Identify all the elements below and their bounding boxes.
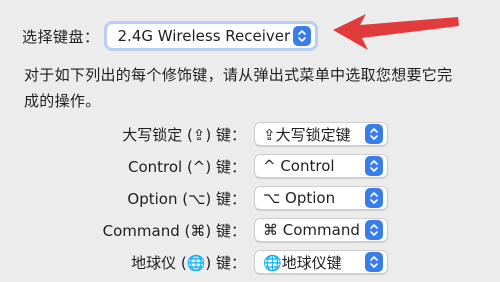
command-label: Command (⌘) 键： bbox=[102, 222, 246, 240]
description-text: 对于如下列出的每个修饰键，请从弹出式菜单中选取您想要它完成的操作。 bbox=[24, 66, 453, 110]
keyboard-select-value: 2.4G Wireless Receiver bbox=[117, 27, 291, 45]
up-down-chevron-icon bbox=[365, 220, 383, 240]
keyboard-label: 选择键盘： bbox=[22, 27, 100, 46]
red-arrow-icon bbox=[333, 14, 459, 50]
control-select[interactable]: ^ Control bbox=[254, 154, 388, 178]
keyboard-selector-row: 选择键盘： 2.4G Wireless Receiver bbox=[22, 21, 318, 51]
up-down-chevron-icon bbox=[365, 124, 383, 144]
control-label: Control (^) 键： bbox=[127, 158, 246, 176]
command-select-value: ⌘ Command bbox=[263, 221, 360, 239]
modifier-row-option: Option (⌥) 键： ⌥ Option bbox=[0, 186, 500, 212]
modifier-row-caps-lock: 大写锁定 (⇪) 键： ⇪大写锁定键 bbox=[0, 122, 500, 148]
up-down-chevron-icon bbox=[365, 156, 383, 176]
caps-lock-select-value: ⇪大写锁定键 bbox=[263, 125, 351, 144]
control-select-value: ^ Control bbox=[263, 157, 335, 175]
caps-lock-select[interactable]: ⇪大写锁定键 bbox=[254, 122, 388, 146]
option-label: Option (⌥) 键： bbox=[127, 190, 246, 208]
up-down-chevron-icon bbox=[365, 188, 383, 208]
keyboard-select[interactable]: 2.4G Wireless Receiver bbox=[103, 21, 318, 51]
modifier-row-globe: 地球仪 (🌐) 键： 🌐地球仪键 bbox=[0, 250, 500, 276]
command-select[interactable]: ⌘ Command bbox=[254, 218, 388, 242]
globe-select[interactable]: 🌐地球仪键 bbox=[254, 250, 388, 274]
up-down-chevron-icon bbox=[292, 26, 311, 46]
option-select-value: ⌥ Option bbox=[263, 189, 336, 207]
modifier-row-control: Control (^) 键： ^ Control bbox=[0, 154, 500, 180]
option-select[interactable]: ⌥ Option bbox=[254, 186, 388, 210]
up-down-chevron-icon bbox=[365, 252, 383, 272]
modifier-row-command: Command (⌘) 键： ⌘ Command bbox=[0, 218, 500, 244]
globe-label: 地球仪 (🌐) 键： bbox=[131, 254, 246, 272]
globe-select-value: 🌐地球仪键 bbox=[263, 253, 342, 272]
caps-lock-label: 大写锁定 (⇪) 键： bbox=[122, 126, 246, 144]
